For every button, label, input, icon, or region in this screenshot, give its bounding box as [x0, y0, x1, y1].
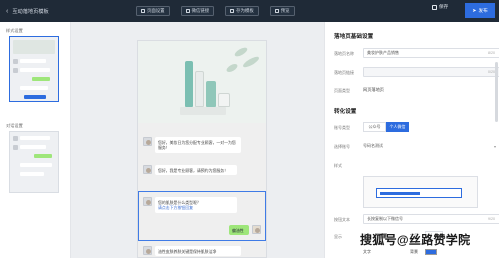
page-settings-button[interactable]: 页面设置	[136, 6, 170, 16]
style-section-label: 样式设置	[6, 28, 23, 33]
bottle-image	[185, 61, 193, 107]
leaf-decoration	[225, 62, 239, 74]
bottle-image	[206, 81, 216, 107]
avatar	[143, 165, 152, 174]
type-value: 网页落地页	[363, 87, 384, 92]
style-sample-bar	[380, 192, 420, 195]
chat-message: 油性皮肤养肤关键是保持肌肤洁净	[143, 246, 241, 257]
thumb-bubble	[20, 59, 46, 63]
style-sample	[376, 188, 462, 198]
option-official-account[interactable]: 公众号	[363, 122, 386, 132]
top-bar: ‹ 互动落地页模板 页面设置 微信链接 存为模板 预览 保存 ➤ 发布	[0, 0, 499, 22]
leaf-decoration	[233, 45, 249, 59]
option-personal-wechat[interactable]: 个人微信	[386, 122, 409, 132]
left-panel: 样式设置 对话设置	[0, 22, 71, 258]
send-icon: ➤	[472, 7, 477, 14]
pedestal	[180, 107, 226, 115]
watermark: 搜狐号@丝路赞学院	[360, 233, 471, 247]
page-title: 互动落地页模板	[12, 8, 49, 15]
convert-settings-title: 转化设置	[334, 109, 357, 115]
template-icon	[230, 9, 235, 13]
name-counter: 8/20	[488, 51, 495, 55]
publish-button[interactable]: ➤ 发布	[465, 3, 495, 18]
settings-panel: 落地页基础设置 落地页名称 美妆护肤产品销售 8/20 落地页链接 0/20 页…	[324, 22, 499, 258]
hero-image	[138, 41, 266, 123]
thumb-button	[24, 95, 46, 99]
settings-icon	[141, 9, 145, 13]
thumb-avatar	[13, 68, 18, 73]
dialog-section-label: 对话设置	[6, 123, 23, 128]
select-account-dropdown[interactable]: 号码名测试 ▾	[363, 141, 499, 151]
style-label: 样式	[334, 163, 342, 168]
thumb-avatar	[13, 136, 18, 141]
link-icon	[185, 9, 190, 13]
save-template-button[interactable]: 存为模板	[225, 6, 259, 16]
thumb-hero	[13, 40, 55, 54]
chevron-left-icon: ‹	[6, 7, 9, 15]
avatar	[143, 197, 152, 206]
thumb-bubble	[20, 136, 50, 140]
display-label: 显示	[334, 234, 342, 239]
chat-message: 您好，我是专业顾客，请预约为您服务！	[143, 165, 237, 176]
message-bubble: 油性皮肤养肤关键是保持肌肤洁净	[155, 246, 241, 257]
basic-settings-title: 落地页基础设置	[334, 34, 374, 40]
url-counter: 0/20	[488, 70, 495, 74]
button-text-input[interactable]: 长按复制以下微信号 9/20	[363, 214, 499, 224]
thumb-avatar	[13, 145, 18, 150]
chat-message: 您的肌肤是什么类型呢？ 请点击下方按钮回复	[143, 197, 237, 213]
save-icon	[432, 4, 437, 10]
thumb-bubble	[20, 86, 48, 90]
background-color-swatch[interactable]	[425, 249, 437, 255]
select-account-label: 选择账号	[334, 144, 350, 149]
chat-message: 您好，美妆日为您分配专业顾客，一对一为您服务！	[143, 137, 241, 153]
text-color-label-2: 文字	[363, 249, 371, 254]
button-text-label: 按钮文本	[334, 217, 350, 222]
user-avatar	[252, 225, 261, 234]
thumb-bubble	[20, 68, 50, 72]
user-bubble: 偏油性	[229, 225, 249, 236]
save-button[interactable]: 保存	[432, 4, 448, 10]
style-preview[interactable]	[363, 176, 478, 208]
thumb-bubble	[20, 145, 46, 149]
jar-image	[218, 93, 230, 107]
message-bubble: 您的肌肤是什么类型呢？ 请点击下方按钮回复	[155, 197, 237, 213]
thumb-bubble	[20, 172, 44, 176]
eye-icon	[274, 9, 279, 13]
reply-link[interactable]: 请点击下方按钮回复	[158, 205, 234, 210]
message-bubble: 您好，美妆日为您分配专业顾客，一对一为您服务！	[155, 137, 241, 153]
thumb-bubble-green	[34, 154, 52, 158]
thumb-bubble	[20, 163, 52, 167]
chevron-down-icon: ▾	[493, 143, 496, 149]
thumb-avatar	[13, 59, 18, 64]
bottle-image	[195, 71, 204, 107]
scrollbar[interactable]	[495, 62, 498, 122]
leaf-decoration	[241, 54, 261, 70]
back-button[interactable]: ‹ 互动落地页模板	[6, 8, 49, 15]
preview-button[interactable]: 预览	[269, 6, 295, 16]
phone-preview: 您好，美妆日为您分配专业顾客，一对一为您服务！ 您好，我是专业顾客，请预约为您服…	[137, 40, 267, 258]
avatar	[143, 137, 152, 146]
url-label: 落地页链接	[334, 70, 354, 75]
toolbar: 页面设置 微信链接 存为模板 预览	[136, 6, 295, 16]
button-text-counter: 9/20	[488, 217, 495, 221]
name-label: 落地页名称	[334, 51, 354, 56]
background-label: 背景	[410, 249, 418, 254]
style-thumbnail[interactable]	[9, 36, 59, 102]
message-bubble: 您好，我是专业顾客，请预约为您服务！	[155, 165, 237, 176]
type-label: 页面类型	[334, 88, 350, 93]
account-type-label: 账号类型	[334, 125, 350, 130]
wechat-link-button[interactable]: 微信链接	[180, 6, 215, 16]
thumb-bubble-green	[32, 77, 50, 81]
dialog-thumbnail[interactable]	[9, 131, 59, 193]
account-type-toggle: 公众号 个人微信	[363, 122, 409, 132]
avatar	[143, 246, 152, 255]
name-input[interactable]: 美妆护肤产品销售 8/20	[363, 48, 499, 58]
chat-message-user: 偏油性	[229, 225, 261, 236]
url-input[interactable]: 0/20	[363, 67, 499, 77]
